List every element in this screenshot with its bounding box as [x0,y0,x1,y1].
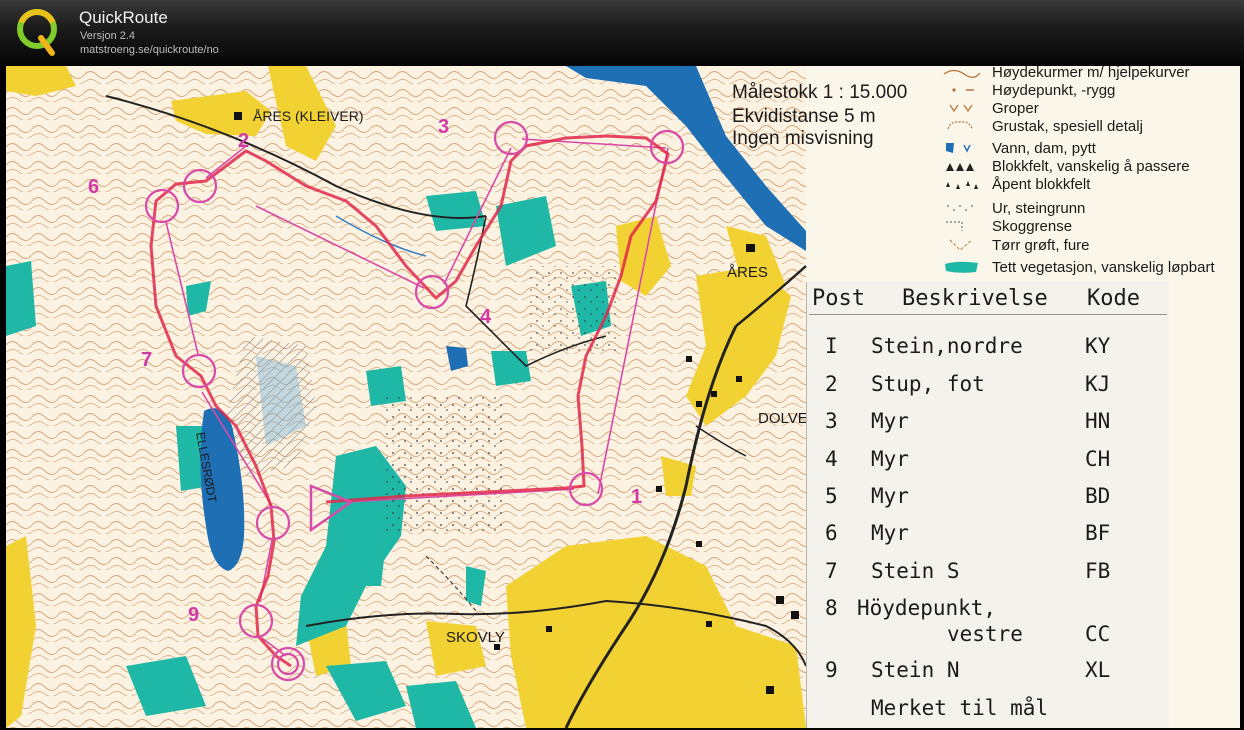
quickroute-window: QuickRoute Versjon 2.4 matstroeng.se/qui… [0,0,1244,730]
dense-vegetation-icon [942,260,982,274]
desc-row-num: 6 [825,521,838,545]
forest-edge-icon [942,219,982,233]
desc-row-text: Stein S [871,559,960,583]
control-descriptions: Post Beskrivelse Kode I Stein,nordre KY … [806,282,1169,728]
boulder-field-icon [942,159,982,173]
legend-item: Høydekurmer m/ hjelpekurver [942,66,1190,81]
map-declination: Ingen misvisning [732,128,874,149]
desc-row-code: CH [1085,447,1111,471]
place-ares: ÅRES [727,264,768,281]
legend-item: Groper [942,99,1039,117]
desc-row-num: 4 [825,447,838,471]
legend-item: Blokkfelt, vanskelig å passere [942,157,1190,175]
legend-item: Åpent blokkfelt [942,175,1090,193]
desc-row-text: Myr [871,484,909,508]
control-number-1: 1 [631,486,643,508]
desc-row-num: 3 [825,409,838,433]
desc-row-text: Höydepunkt, [857,596,997,620]
stony-ground-icon [942,201,982,215]
water-icon [942,141,982,155]
desc-header-post: Post [812,286,865,311]
app-version: Versjon 2.4 [80,30,136,42]
desc-row-code: KJ [1085,372,1111,396]
app-title: QuickRoute [79,8,168,27]
control-number-9: 9 [188,604,200,626]
map-contour-interval: Ekvidistanse 5 m [732,106,876,127]
desc-row-num: 5 [825,484,838,508]
desc-row-text: Stup, fot [871,372,985,396]
control-number-6: 6 [88,176,100,198]
desc-row-num: 7 [825,559,838,583]
desc-row-num: 2 [825,372,838,396]
desc-row-text: Myr [871,521,909,545]
desc-header-description: Beskrivelse [902,286,1048,311]
control-number-2: 2 [238,130,250,152]
open-boulder-icon [942,177,982,191]
legend-item: Skoggrense [942,217,1072,235]
place-ares-kleiver: ÅRES (KLEIVER) [253,108,364,124]
legend-item: Vann, dam, pytt [942,139,1096,157]
desc-row-code: HN [1085,409,1111,433]
legend-item: Grustak, spesiell detalj [942,117,1143,135]
desc-row-text: Stein,nordre [871,334,1023,358]
contour-icon [942,66,982,79]
desc-row-code: XL [1085,658,1111,682]
app-url: matstroeng.se/quickroute/no [80,44,219,56]
title-bar: QuickRoute Versjon 2.4 matstroeng.se/qui… [0,0,1244,66]
desc-row-code: KY [1085,334,1111,358]
control-number-7: 7 [141,349,153,371]
desc-row-text: Myr [871,447,909,471]
legend-item: Høydepunkt, -rygg [942,81,1115,99]
desc-row-code: FB [1085,559,1111,583]
desc-row-code: CC [1085,622,1111,646]
desc-row-num: I [825,334,838,358]
control-number-3: 3 [438,116,450,138]
legend-item: Ur, steingrunn [942,199,1085,217]
desc-row-text-cont: vestre [947,622,1023,646]
gravel-pit-icon [942,119,982,133]
quickroute-logo-icon [17,9,57,56]
desc-divider [809,314,1167,315]
desc-row-num: 8 [825,596,838,620]
map-image[interactable]: ÅRES (KLEIVER) ÅRES DOLVEN SKOVLY ELLESR… [6,66,1240,728]
knoll-icon [942,83,982,97]
desc-header-code: Kode [1087,286,1140,311]
desc-row-text: Myr [871,409,909,433]
dry-ditch-icon [942,238,982,252]
desc-row-num: 9 [825,658,838,682]
place-skovly: SKOVLY [446,629,505,646]
legend-item: Tørr grøft, fure [942,236,1090,254]
map-scale: Målestokk 1 : 15.000 [732,82,908,103]
desc-row-code: BD [1085,484,1111,508]
control-number-4: 4 [480,306,492,328]
pit-icon [942,101,982,115]
legend-item: Tett vegetasjon, vanskelig løpbart [942,258,1215,276]
desc-row-text: Stein N [871,658,960,682]
desc-row-code: BF [1085,521,1111,545]
desc-finish: Merket til mål [871,696,1049,720]
